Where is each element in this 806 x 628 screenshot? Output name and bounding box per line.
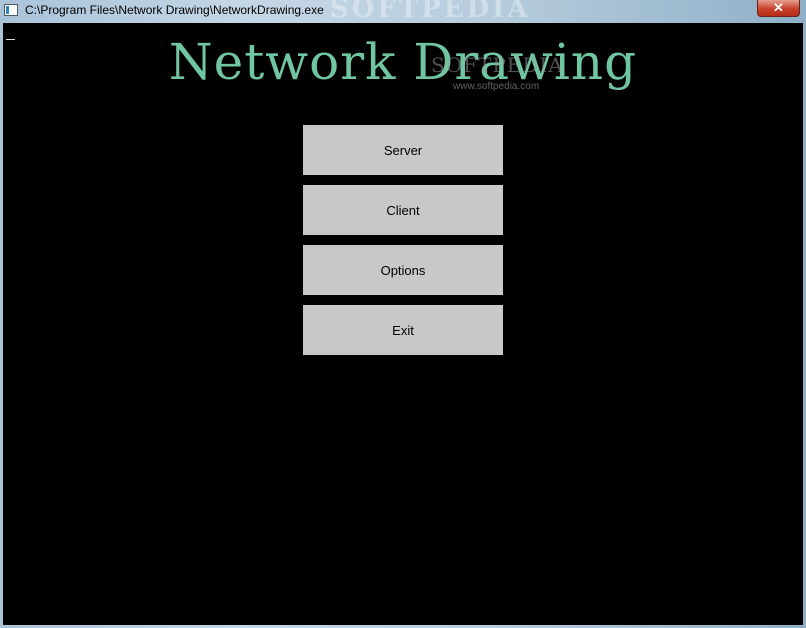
watermark-overlay: SOFTPEDIA: [431, 53, 564, 77]
server-button[interactable]: Server: [303, 125, 503, 175]
watermark-url: www.softpedia.com: [453, 81, 540, 92]
options-button[interactable]: Options: [303, 245, 503, 295]
close-icon: ✕: [773, 0, 784, 15]
watermark: SOFTPEDIA: [330, 0, 531, 24]
exit-button[interactable]: Exit: [303, 305, 503, 355]
app-window: C:\Program Files\Network Drawing\Network…: [0, 0, 806, 628]
client-button[interactable]: Client: [303, 185, 503, 235]
window-title: C:\Program Files\Network Drawing\Network…: [25, 3, 324, 17]
client-area: Network Drawing SOFTPEDIA www.softpedia.…: [3, 23, 803, 625]
app-title: Network Drawing: [168, 33, 638, 91]
app-icon[interactable]: [4, 4, 18, 16]
close-button[interactable]: ✕: [757, 0, 800, 17]
title-bar[interactable]: C:\Program Files\Network Drawing\Network…: [0, 0, 806, 24]
